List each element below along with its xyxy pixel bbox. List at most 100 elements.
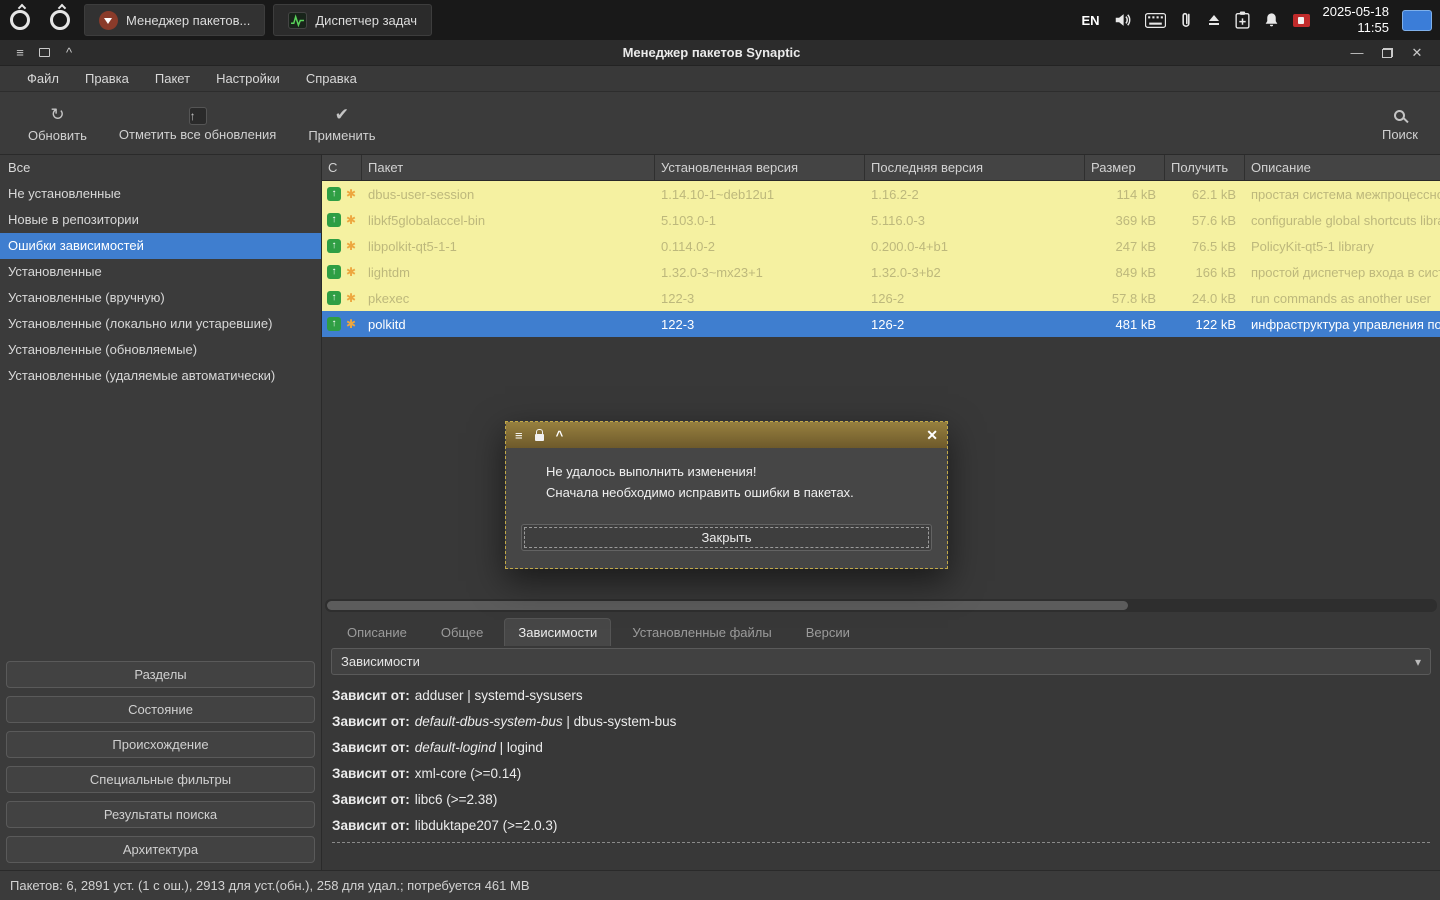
tab-common[interactable]: Общее bbox=[428, 619, 497, 646]
synaptic-app-icon bbox=[99, 10, 118, 30]
filter-button-search-results[interactable]: Результаты поиска bbox=[6, 801, 315, 828]
package-row-dbus-user-session[interactable]: ↑ ✱ dbus-user-session 1.14.10-1~deb12u1 … bbox=[322, 181, 1440, 207]
tab-versions[interactable]: Версии bbox=[793, 619, 863, 646]
scrollbar-thumb[interactable] bbox=[327, 601, 1128, 610]
show-desktop-button[interactable] bbox=[1402, 9, 1432, 31]
launcher-button-2[interactable] bbox=[40, 0, 80, 40]
upgrade-status-icon: ↑ bbox=[327, 187, 341, 201]
filter-button-architecture[interactable]: Архитектура bbox=[6, 836, 315, 863]
sidebar-item-not-installed[interactable]: Не установленные bbox=[0, 181, 321, 207]
dependency-prefix: Зависит от: bbox=[332, 688, 410, 703]
keyboard-icon[interactable] bbox=[1144, 12, 1166, 28]
package-row-libkf5globalaccel-bin[interactable]: ↑ ✱ libkf5globalaccel-bin 5.103.0-1 5.11… bbox=[322, 207, 1440, 233]
taskbar: Менеджер пакетов... Диспетчер задач EN 2… bbox=[0, 0, 1440, 40]
dropdown-value: Зависимости bbox=[341, 654, 420, 669]
close-button[interactable]: ✕ bbox=[1402, 45, 1432, 61]
dependency-item[interactable]: Зависит от: libduktape207 (>=2.0.3) bbox=[332, 813, 1430, 839]
eject-removable-media-icon[interactable] bbox=[1206, 12, 1222, 28]
sidebar-item-installed-local-obsolete[interactable]: Установленные (локально или устаревшие) bbox=[0, 311, 321, 337]
desktop: { "colors": { "selection-blue": "#3f7ecf… bbox=[0, 0, 1440, 900]
dialog-shade-icon[interactable]: ^ bbox=[556, 428, 564, 443]
menu-help[interactable]: Справка bbox=[293, 71, 370, 86]
lock-icon[interactable] bbox=[534, 428, 544, 441]
taskbar-item-taskmanager[interactable]: Диспетчер задач bbox=[273, 4, 433, 36]
volume-icon[interactable] bbox=[1113, 11, 1132, 29]
column-header-status[interactable]: С bbox=[322, 155, 362, 180]
tab-dependencies[interactable]: Зависимости bbox=[504, 618, 612, 646]
sidebar-item-all[interactable]: Все bbox=[0, 155, 321, 181]
dependency-item[interactable]: Зависит от: default-dbus-system-bus | dbu… bbox=[332, 709, 1430, 735]
flag-indicator-icon[interactable] bbox=[1292, 13, 1310, 27]
column-header-latest-version[interactable]: Последняя версия bbox=[865, 155, 1085, 180]
package-row-polkitd[interactable]: ↑ ✱ polkitd 122-3 126-2 481 kB 122 kB ин… bbox=[322, 311, 1440, 337]
filter-button-origin[interactable]: Происхождение bbox=[6, 731, 315, 758]
toolbar: ↻ Обновить ↑ Отметить все обновления ✔ П… bbox=[0, 92, 1440, 155]
dialog-message: Не удалось выполнить изменения! Сначала … bbox=[546, 461, 932, 503]
sidebar: Все Не установленные Новые в репозитории… bbox=[0, 155, 322, 870]
refresh-button[interactable]: ↻ Обновить bbox=[28, 104, 87, 143]
dependency-item[interactable]: Зависит от: default-logind | logind bbox=[332, 735, 1430, 761]
dependency-item[interactable]: Зависит от: libc6 (>=2.38) bbox=[332, 787, 1430, 813]
dependency-virtual: default-logind bbox=[414, 740, 496, 755]
search-button[interactable]: Поиск bbox=[1382, 105, 1418, 142]
dialog-message-line2: Сначала необходимо исправить ошибки в па… bbox=[546, 485, 854, 500]
window-menu-icon[interactable]: ≡ bbox=[8, 45, 32, 60]
column-header-installed-version[interactable]: Установленная версия bbox=[655, 155, 865, 180]
dependency-type-dropdown[interactable]: Зависимости ▾ bbox=[331, 648, 1431, 675]
sidebar-item-installed-manual[interactable]: Установленные (вручную) bbox=[0, 285, 321, 311]
pin-icon[interactable] bbox=[39, 48, 50, 57]
latest-version: 5.116.0-3 bbox=[871, 212, 925, 228]
tab-description[interactable]: Описание bbox=[334, 619, 420, 646]
column-header-size[interactable]: Размер bbox=[1085, 155, 1165, 180]
dialog-titlebar[interactable]: ≡ ^ ✕ bbox=[506, 422, 947, 448]
column-header-package[interactable]: Пакет bbox=[362, 155, 655, 180]
horizontal-scrollbar[interactable] bbox=[325, 599, 1437, 612]
search-label: Поиск bbox=[1381, 126, 1418, 142]
menu-file[interactable]: Файл bbox=[14, 71, 72, 86]
package-size: 247 kB bbox=[1115, 238, 1156, 254]
package-description: PolicyKit-qt5-1 library bbox=[1251, 238, 1374, 254]
clock[interactable]: 2025-05-18 11:55 bbox=[1323, 4, 1390, 36]
filter-button-status[interactable]: Состояние bbox=[6, 696, 315, 723]
dialog-close-button[interactable]: ✕ bbox=[926, 427, 938, 444]
sidebar-item-new-in-repository[interactable]: Новые в репозитории bbox=[0, 207, 321, 233]
notifications-bell-icon[interactable] bbox=[1263, 11, 1280, 29]
taskbar-item-synaptic[interactable]: Менеджер пакетов... bbox=[84, 4, 266, 36]
package-row-lightdm[interactable]: ↑ ✱ lightdm 1.32.0-3~mx23+1 1.32.0-3+b2 … bbox=[322, 259, 1440, 285]
dependency-item[interactable]: Зависит от: adduser | systemd-sysusers bbox=[332, 683, 1430, 709]
tab-installed-files[interactable]: Установленные файлы bbox=[619, 619, 784, 646]
shade-icon[interactable]: ^ bbox=[57, 45, 81, 60]
keyboard-layout-indicator[interactable]: EN bbox=[1081, 13, 1099, 28]
window-titlebar[interactable]: ≡ ^ Менеджер пакетов Synaptic — ✕ bbox=[0, 40, 1440, 66]
dialog-message-line1: Не удалось выполнить изменения! bbox=[546, 464, 757, 479]
sidebar-item-installed-autoremovable[interactable]: Установленные (удаляемые автоматически) bbox=[0, 363, 321, 389]
package-row-libpolkit-qt5-1-1[interactable]: ↑ ✱ libpolkit-qt5-1-1 0.114.0-2 0.200.0-… bbox=[322, 233, 1440, 259]
mark-all-upgrades-button[interactable]: ↑ Отметить все обновления bbox=[119, 104, 276, 142]
maximize-button[interactable] bbox=[1372, 47, 1402, 58]
dialog-menu-icon[interactable]: ≡ bbox=[515, 428, 523, 443]
dependency-target: libduktape207 (>=2.0.3) bbox=[414, 818, 558, 833]
sidebar-item-installed[interactable]: Установленные bbox=[0, 259, 321, 285]
apply-button[interactable]: ✔ Применить bbox=[308, 104, 375, 143]
package-description: инфраструктура управления политиками bbox=[1251, 316, 1440, 332]
launcher-button-1[interactable] bbox=[0, 0, 40, 40]
column-header-description[interactable]: Описание bbox=[1245, 155, 1440, 180]
clipboard-manager-icon[interactable] bbox=[1179, 11, 1193, 29]
package-row-pkexec[interactable]: ↑ ✱ pkexec 122-3 126-2 57.8 kB 24.0 kB r… bbox=[322, 285, 1440, 311]
filter-button-custom-filters[interactable]: Специальные фильтры bbox=[6, 766, 315, 793]
dependency-item[interactable]: Зависит от: xml-core (>=0.14) bbox=[332, 761, 1430, 787]
minimize-button[interactable]: — bbox=[1342, 45, 1372, 60]
package-size: 481 kB bbox=[1115, 316, 1156, 332]
filter-button-sections[interactable]: Разделы bbox=[6, 661, 315, 688]
package-description: configurable global shortcuts library bbox=[1251, 212, 1440, 228]
sidebar-item-broken-dependencies[interactable]: Ошибки зависимостей bbox=[0, 233, 321, 259]
dialog-close-action-button[interactable]: Закрыть bbox=[521, 524, 932, 551]
menu-settings[interactable]: Настройки bbox=[203, 71, 293, 86]
download-size: 24.0 kB bbox=[1191, 290, 1236, 306]
column-header-download[interactable]: Получить bbox=[1165, 155, 1245, 180]
sidebar-item-installed-upgradable[interactable]: Установленные (обновляемые) bbox=[0, 337, 321, 363]
software-updater-icon[interactable] bbox=[1234, 11, 1250, 29]
menu-edit[interactable]: Правка bbox=[72, 71, 142, 86]
menu-package[interactable]: Пакет bbox=[142, 71, 203, 86]
download-size: 76.5 kB bbox=[1191, 238, 1236, 254]
